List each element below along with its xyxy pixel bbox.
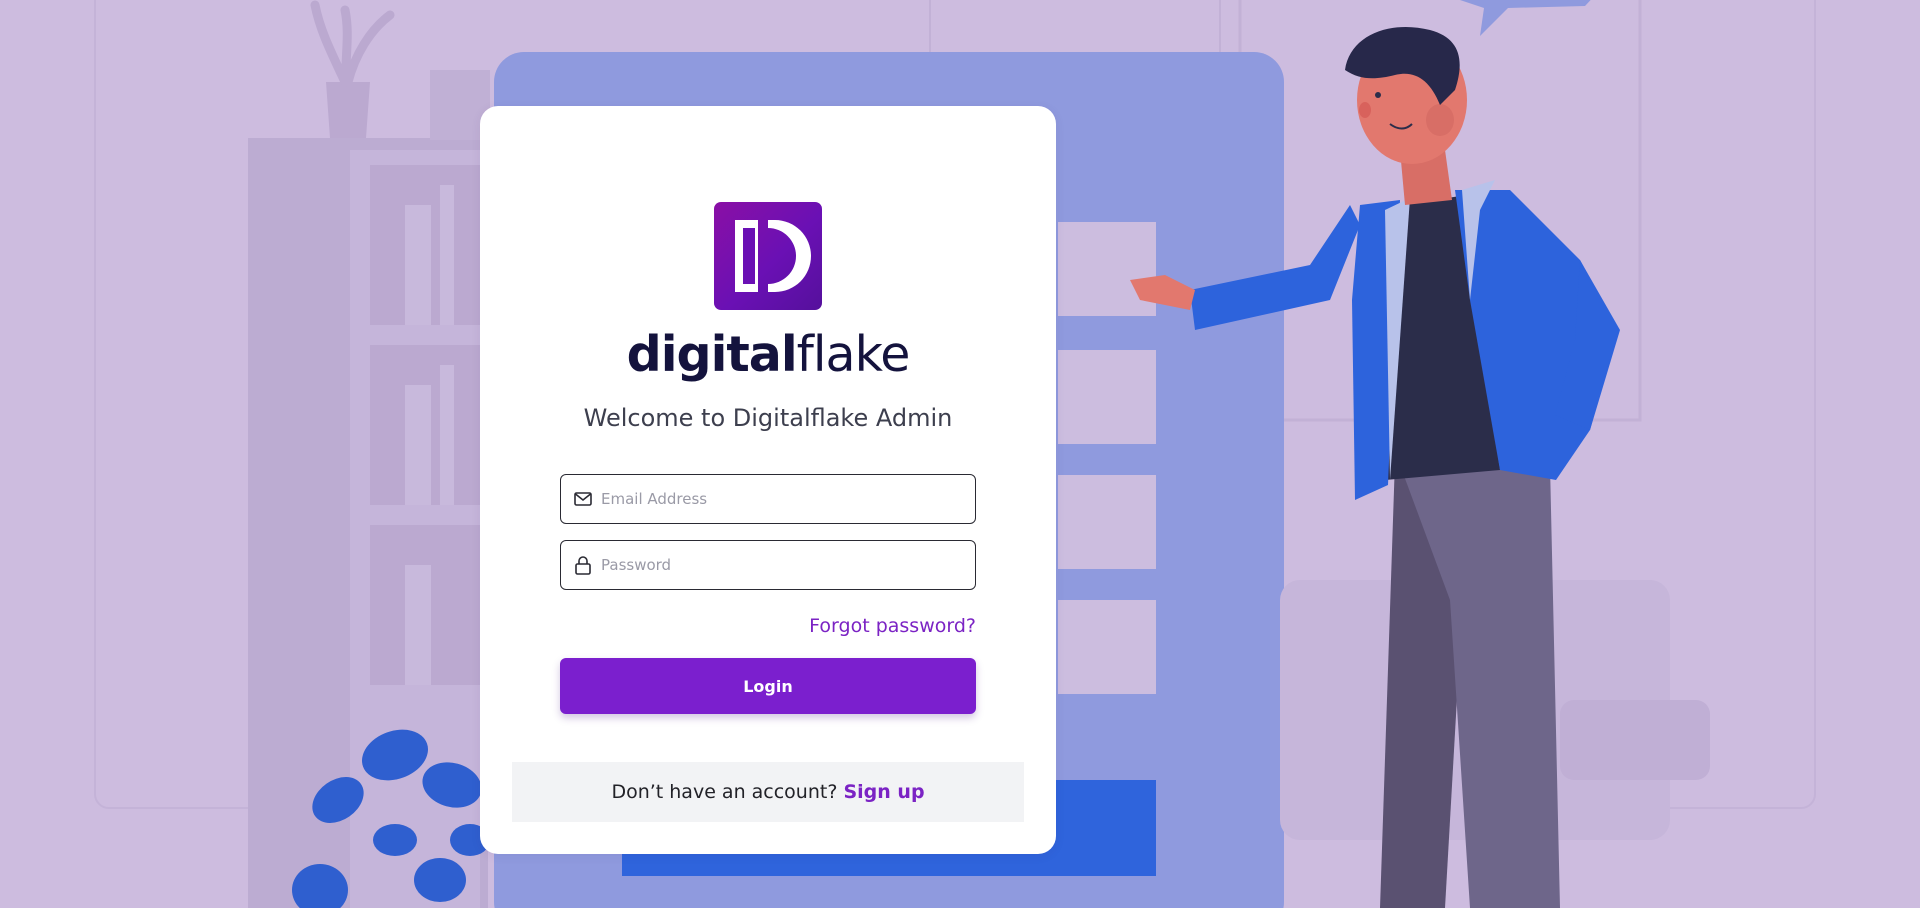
email-field[interactable] bbox=[560, 474, 976, 524]
signup-link[interactable]: Sign up bbox=[843, 781, 924, 803]
lock-icon bbox=[575, 556, 591, 575]
brand-wordmark: digitalflake bbox=[480, 320, 1056, 390]
brand-name-light: flake bbox=[796, 326, 911, 383]
email-input[interactable] bbox=[601, 475, 965, 523]
digitalflake-d-logo-icon bbox=[714, 202, 822, 310]
password-input[interactable] bbox=[601, 541, 965, 589]
signup-prompt-bar: Don’t have an account? Sign up bbox=[512, 762, 1024, 822]
forgot-password-link[interactable]: Forgot password? bbox=[809, 606, 976, 646]
login-card: digitalflake Welcome to Digitalflake Adm… bbox=[480, 106, 1056, 854]
password-field[interactable] bbox=[560, 540, 976, 590]
mail-icon bbox=[574, 492, 592, 506]
login-button[interactable]: Login bbox=[560, 658, 976, 714]
welcome-heading: Welcome to Digitalflake Admin bbox=[583, 404, 953, 432]
brand-name-bold: digital bbox=[626, 326, 798, 383]
signup-prompt-text: Don’t have an account? bbox=[611, 781, 838, 803]
